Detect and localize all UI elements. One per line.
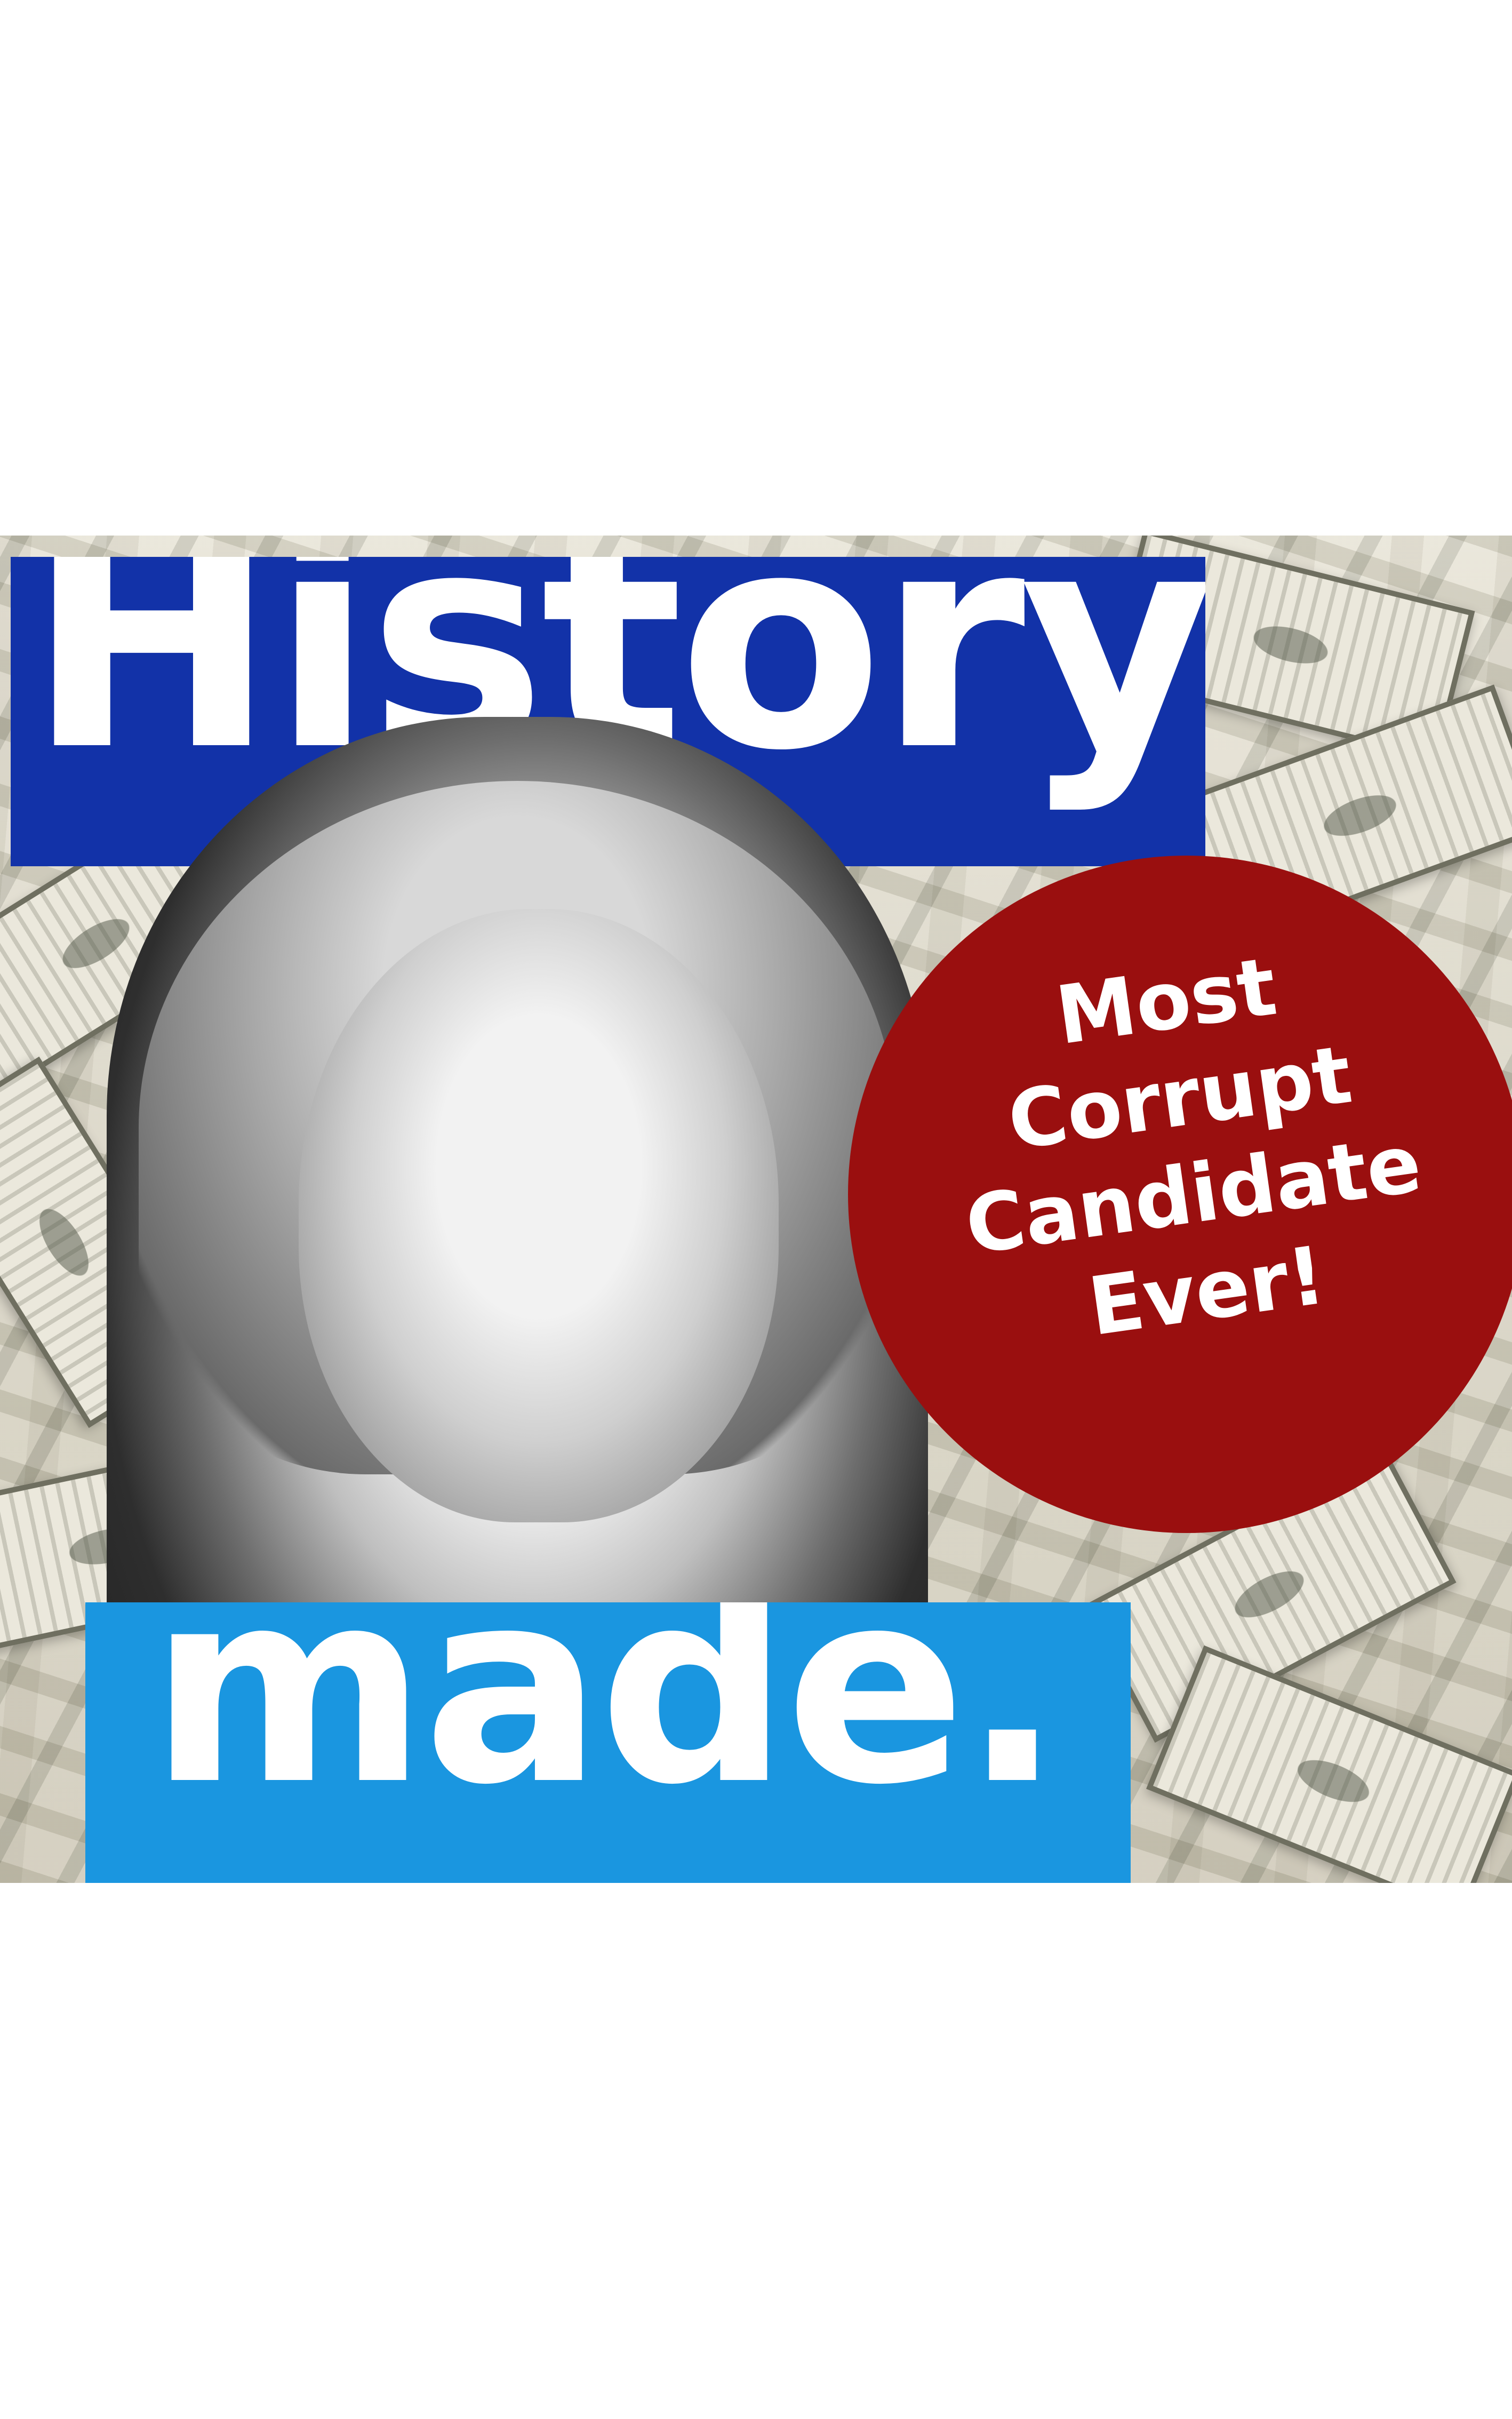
meme-poster: History Most Corrupt Candidate Ever! mad… [0, 536, 1512, 1883]
footer-text: made. [149, 1602, 1063, 1843]
stamp-text: Most Corrupt Candidate Ever! [887, 915, 1486, 1378]
corrupt-stamp-circle: Most Corrupt Candidate Ever! [848, 856, 1512, 1533]
portrait-face [299, 909, 779, 1522]
footer-banner: made. [85, 1602, 1131, 1883]
